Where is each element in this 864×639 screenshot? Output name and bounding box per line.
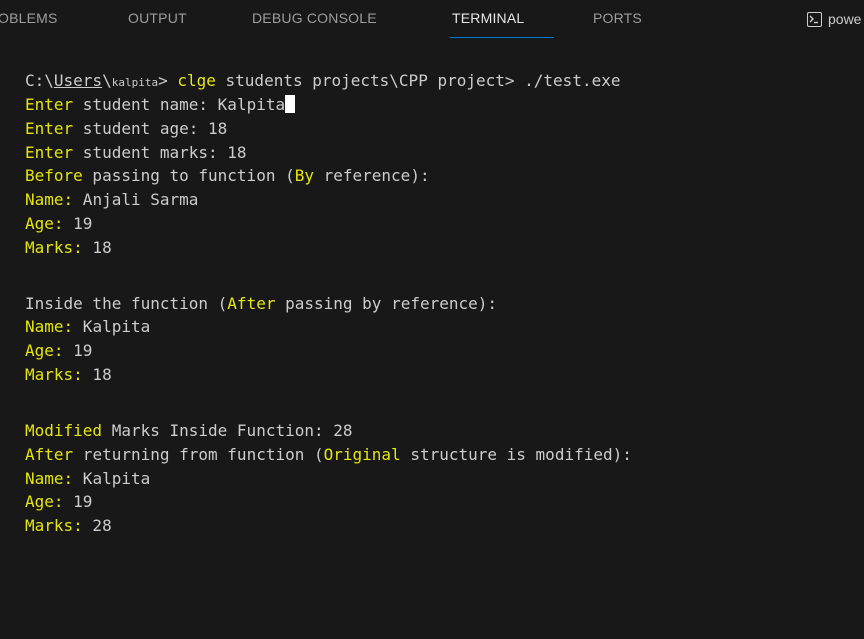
field-label: Age: [25,214,64,234]
field-label: Name: [25,190,74,210]
field-label: Name: [25,317,74,337]
after-keyword2: Original [323,444,401,464]
inside-name-line: Name: Kalpita [25,315,860,339]
input-text: student marks: [73,142,228,162]
tab-debug-console[interactable]: DEBUG CONSOLE [252,10,377,26]
field-label: Marks: [25,237,83,257]
after-heading: After returning from function (Original … [25,443,860,467]
input-text: student name: [73,94,218,114]
after-keyword: After [25,444,74,464]
blank-gap [25,284,860,292]
input-keyword: Enter [25,118,74,138]
terminal-cursor [285,94,296,113]
terminal-shell-selector[interactable]: powe [807,9,861,29]
blank-gap [25,411,860,419]
input-keyword: Enter [25,142,74,162]
tab-terminal[interactable]: TERMINAL [452,10,524,26]
input-line-age: Enter student age: 18 [25,117,860,141]
prompt-gt: > [158,71,168,90]
modified-keyword: Modified [25,420,103,440]
field-label: Age: [25,341,64,361]
inside-heading: Inside the function (After passing by re… [25,292,860,316]
field-value: 19 [63,341,93,361]
before-marks-line: Marks: 18 [25,236,860,260]
inside-age-line: Age: 19 [25,339,860,363]
field-label: Marks: [25,516,83,536]
field-label: Name: [25,468,74,488]
after-heading-text: returning from function ( [73,444,324,464]
prompt-user: kalpita [111,76,159,89]
before-heading-text: passing to function ( [82,166,295,186]
inside-marks-line: Marks: 18 [25,363,860,387]
before-heading-end: reference): [313,166,430,186]
prompt-line: C:\Users\kalpita> clge students projects… [25,69,860,93]
field-value: 18 [82,365,112,385]
inside-keyword: After [227,293,276,313]
prompt-path-sep: \ [102,71,112,90]
field-value: Kalpita [73,468,151,488]
panel-tab-bar: OBLEMS OUTPUT DEBUG CONSOLE TERMINAL POR… [0,0,864,40]
input-line-name: Enter student name: Kalpita [25,93,860,117]
before-keyword2: By [294,166,314,186]
field-value: 18 [82,237,112,257]
terminal-output[interactable]: C:\Users\kalpita> clge students projects… [25,69,860,538]
field-label: Age: [25,492,64,512]
after-marks-line: Marks: 28 [25,514,860,538]
input-keyword: Enter [25,94,74,114]
terminal-powershell-icon [807,11,822,27]
input-value: 18 [227,142,247,162]
input-line-marks: Enter student marks: 18 [25,141,860,165]
input-value: 18 [208,118,228,138]
field-value: 19 [63,492,93,512]
input-text: student age: [73,118,209,138]
active-tab-indicator [450,37,554,38]
field-value: 28 [82,516,112,536]
terminal-panel: OBLEMS OUTPUT DEBUG CONSOLE TERMINAL POR… [0,0,864,639]
after-heading-end: structure is modified): [400,444,632,464]
after-age-line: Age: 19 [25,490,860,514]
after-name-line: Name: Kalpita [25,467,860,491]
prompt-path-drive: C:\ [25,71,54,90]
tab-output[interactable]: OUTPUT [128,10,187,26]
modified-line: Modified Marks Inside Function: 28 [25,419,860,443]
inside-heading-text: Inside the function ( [25,293,228,313]
prompt-rest: students projects\CPP project> ./test.ex… [225,71,621,90]
modified-text: Marks Inside Function: 28 [102,420,353,440]
terminal-shell-label: powe [828,11,862,27]
field-value: Anjali Sarma [73,190,199,210]
field-label: Marks: [25,365,83,385]
prompt-command: clge [177,71,216,90]
field-value: 19 [63,214,93,234]
before-heading: Before passing to function (By reference… [25,164,860,188]
field-value: Kalpita [73,317,151,337]
input-value: Kalpita [217,94,286,114]
tab-ports[interactable]: PORTS [593,10,642,26]
tab-problems[interactable]: OBLEMS [0,10,58,26]
inside-heading-end: passing by reference): [275,293,498,313]
before-keyword: Before [25,166,83,186]
before-name-line: Name: Anjali Sarma [25,188,860,212]
before-age-line: Age: 19 [25,212,860,236]
prompt-path-link[interactable]: Users [54,71,102,90]
